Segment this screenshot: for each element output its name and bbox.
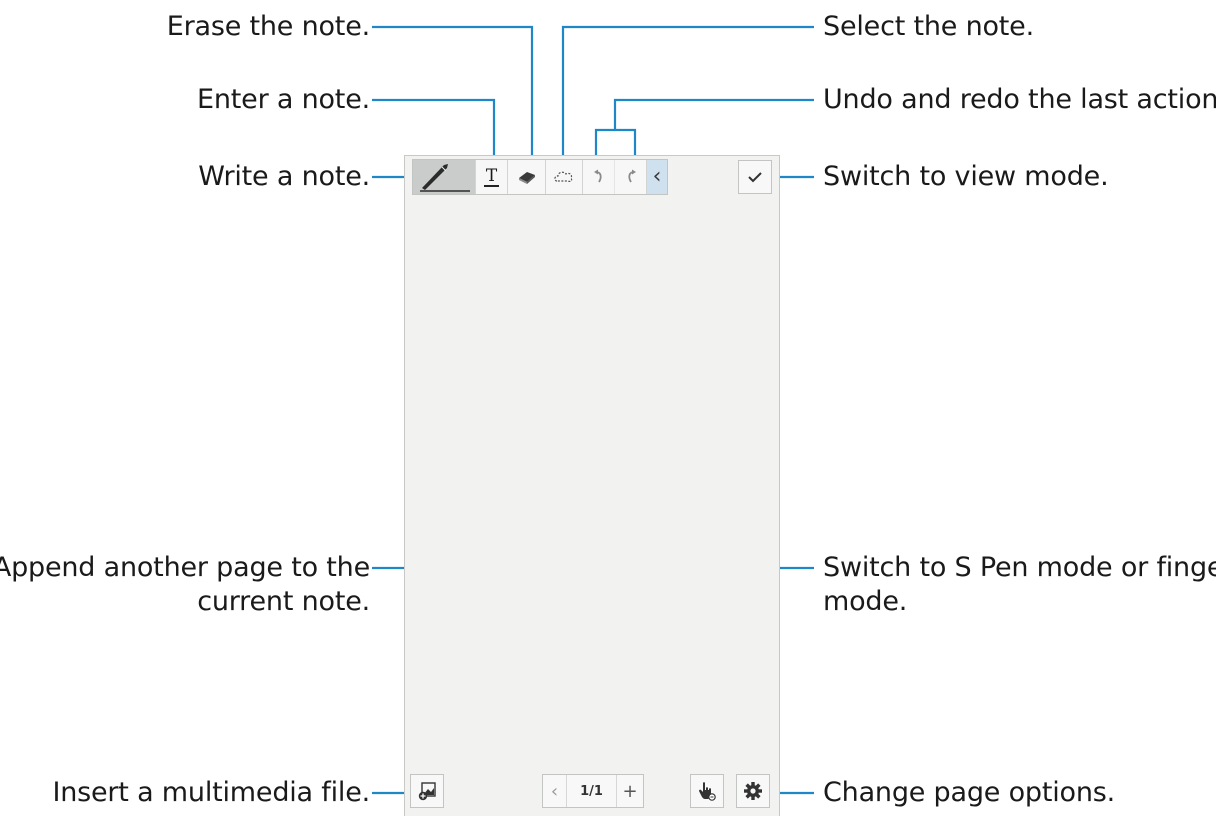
erase-annotation: Erase the note. <box>166 11 370 42</box>
redo-icon <box>627 169 636 183</box>
chevron-left-icon: ‹ <box>550 780 559 802</box>
pen-icon <box>420 164 470 192</box>
undo-redo-annotation: Undo and redo the last action. <box>823 84 1216 115</box>
text-icon: T <box>483 166 500 187</box>
pen-mode-annotation-line1: Switch to S Pen mode or finger <box>823 552 1216 583</box>
view-mode-annotation: Switch to view mode. <box>823 161 1109 192</box>
eraser-icon <box>518 172 535 184</box>
tool-bar: T ‹ <box>412 159 668 195</box>
page-options-annotation: Change page options. <box>823 777 1115 808</box>
insert-multimedia-button[interactable] <box>410 774 444 808</box>
pen-tool-button[interactable] <box>413 160 476 194</box>
enter-annotation: Enter a note. <box>197 84 370 115</box>
insert-annotation: Insert a multimedia file. <box>52 777 370 808</box>
view-mode-button[interactable] <box>738 160 772 194</box>
append-annotation-line2: current note. <box>197 586 370 617</box>
collapse-toolbar-button[interactable]: ‹ <box>647 160 667 194</box>
plus-icon: + <box>622 780 638 802</box>
hand-pointer-icon <box>699 782 716 801</box>
undo-button[interactable] <box>583 160 615 194</box>
write-annotation: Write a note. <box>198 161 370 192</box>
pen-mode-annotation-line2: mode. <box>823 586 908 617</box>
select-tool-button[interactable] <box>546 160 583 194</box>
note-canvas[interactable] <box>404 155 780 816</box>
eraser-tool-button[interactable] <box>508 160 546 194</box>
lasso-icon <box>554 171 573 182</box>
gear-icon <box>744 782 762 800</box>
redo-button[interactable] <box>615 160 647 194</box>
select-annotation: Select the note. <box>823 11 1034 42</box>
chevron-left-icon: ‹ <box>652 164 662 189</box>
page-navigator: ‹ 1/1 + <box>542 774 644 808</box>
insert-media-icon <box>418 782 436 801</box>
page-options-button[interactable] <box>736 774 770 808</box>
text-tool-button[interactable]: T <box>476 160 508 194</box>
previous-page-button[interactable]: ‹ <box>543 775 567 807</box>
undo-icon <box>593 169 602 183</box>
append-annotation-line1: Append another page to the <box>0 552 370 583</box>
pen-finger-mode-button[interactable] <box>690 774 724 808</box>
page-number: 1/1 <box>567 775 617 807</box>
check-icon <box>748 172 762 183</box>
append-page-button[interactable]: + <box>617 775 643 807</box>
